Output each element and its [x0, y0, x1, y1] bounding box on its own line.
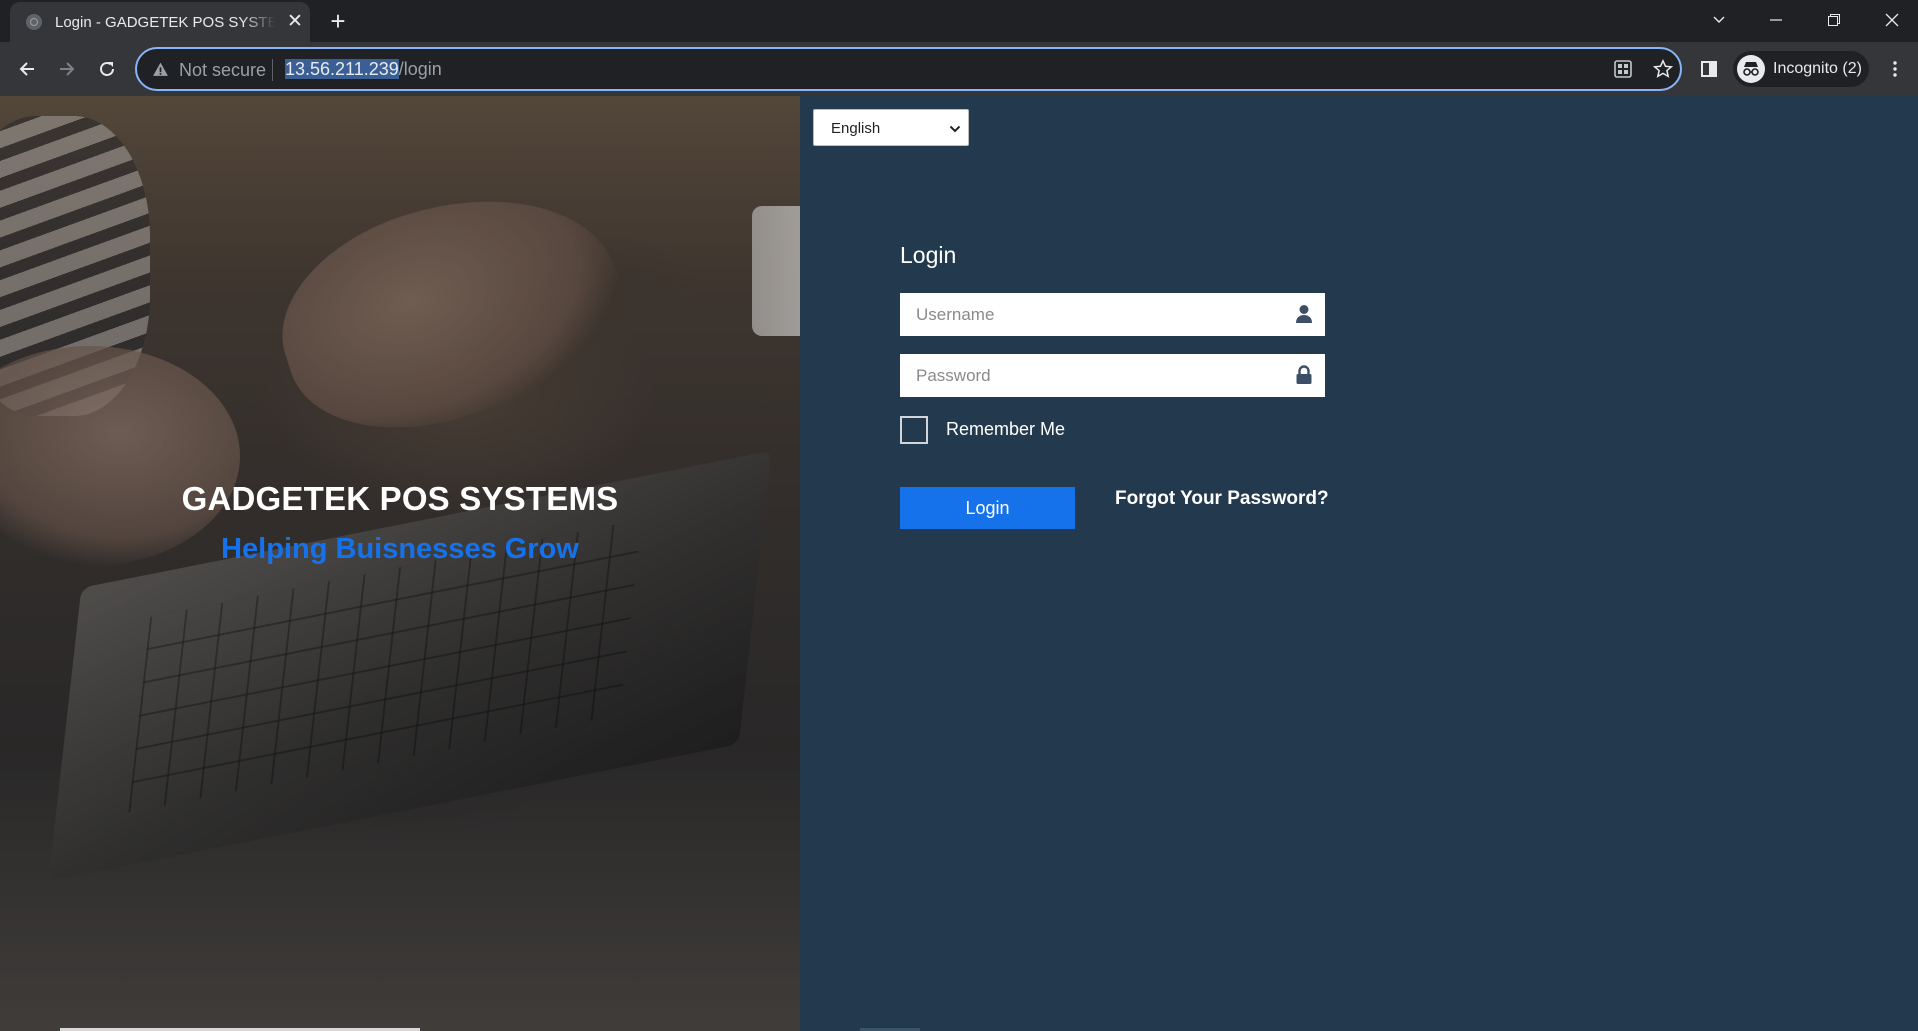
globe-icon: [26, 14, 42, 30]
restore-icon[interactable]: [1814, 4, 1854, 36]
tab-title: Login - GADGETEK POS SYSTEMS: [55, 14, 275, 31]
brand-title: GADGETEK POS SYSTEMS: [181, 480, 619, 517]
warning-icon[interactable]: [152, 61, 169, 83]
chevron-down-icon: [948, 122, 962, 141]
star-icon[interactable]: [1652, 58, 1675, 81]
side-panel-icon[interactable]: [1693, 53, 1725, 85]
password-field: [900, 354, 1325, 397]
page: GADGETEK POS SYSTEMS Helping Buisnesses …: [0, 96, 1918, 1031]
url-host: 13.56.211.239: [285, 59, 399, 79]
language-select[interactable]: English: [813, 109, 969, 146]
remember-me-checkbox[interactable]: [900, 416, 928, 444]
username-input[interactable]: [900, 293, 1280, 336]
profile-label: Incognito (2): [1773, 60, 1862, 77]
browser-toolbar: Not secure 13.56.211.239/login Incognito…: [0, 42, 1918, 96]
brand-tagline: Helping Buisnesses Grow: [221, 533, 579, 565]
address-divider: [272, 59, 273, 81]
reload-icon[interactable]: [91, 53, 123, 85]
user-icon: [1295, 304, 1313, 329]
hero-panel: GADGETEK POS SYSTEMS Helping Buisnesses …: [0, 96, 800, 1031]
address-bar[interactable]: Not secure 13.56.211.239/login: [135, 47, 1682, 91]
qr-code-icon[interactable]: [1613, 59, 1635, 81]
url-text[interactable]: 13.56.211.239/login: [285, 59, 442, 80]
username-field: [900, 293, 1325, 336]
login-heading: Login: [900, 242, 957, 268]
minimize-icon[interactable]: [1756, 4, 1796, 36]
login-panel: English Login Remember Me Login Forgot Y…: [800, 96, 1918, 1031]
security-label[interactable]: Not secure: [179, 60, 266, 81]
language-value: English: [831, 120, 881, 137]
forgot-password-link[interactable]: Forgot Your Password?: [1115, 488, 1329, 510]
plus-icon[interactable]: +: [324, 8, 352, 36]
profile-button[interactable]: Incognito (2): [1733, 51, 1869, 87]
url-path: /login: [398, 59, 442, 79]
password-input[interactable]: [900, 354, 1280, 397]
login-button[interactable]: Login: [900, 487, 1075, 529]
back-icon[interactable]: [11, 53, 43, 85]
window-close-icon[interactable]: [1872, 4, 1912, 36]
forward-icon[interactable]: [51, 53, 83, 85]
lock-icon: [1295, 365, 1313, 390]
chevron-down-icon[interactable]: [1699, 4, 1739, 36]
remember-me-label[interactable]: Remember Me: [946, 419, 1065, 440]
kebab-menu-icon[interactable]: [1879, 53, 1911, 85]
tab-strip: Login - GADGETEK POS SYSTEMS ✕ +: [0, 0, 1918, 42]
incognito-icon: [1737, 55, 1765, 83]
close-icon[interactable]: ✕: [284, 11, 306, 33]
browser-tab[interactable]: Login - GADGETEK POS SYSTEMS ✕: [10, 2, 310, 42]
